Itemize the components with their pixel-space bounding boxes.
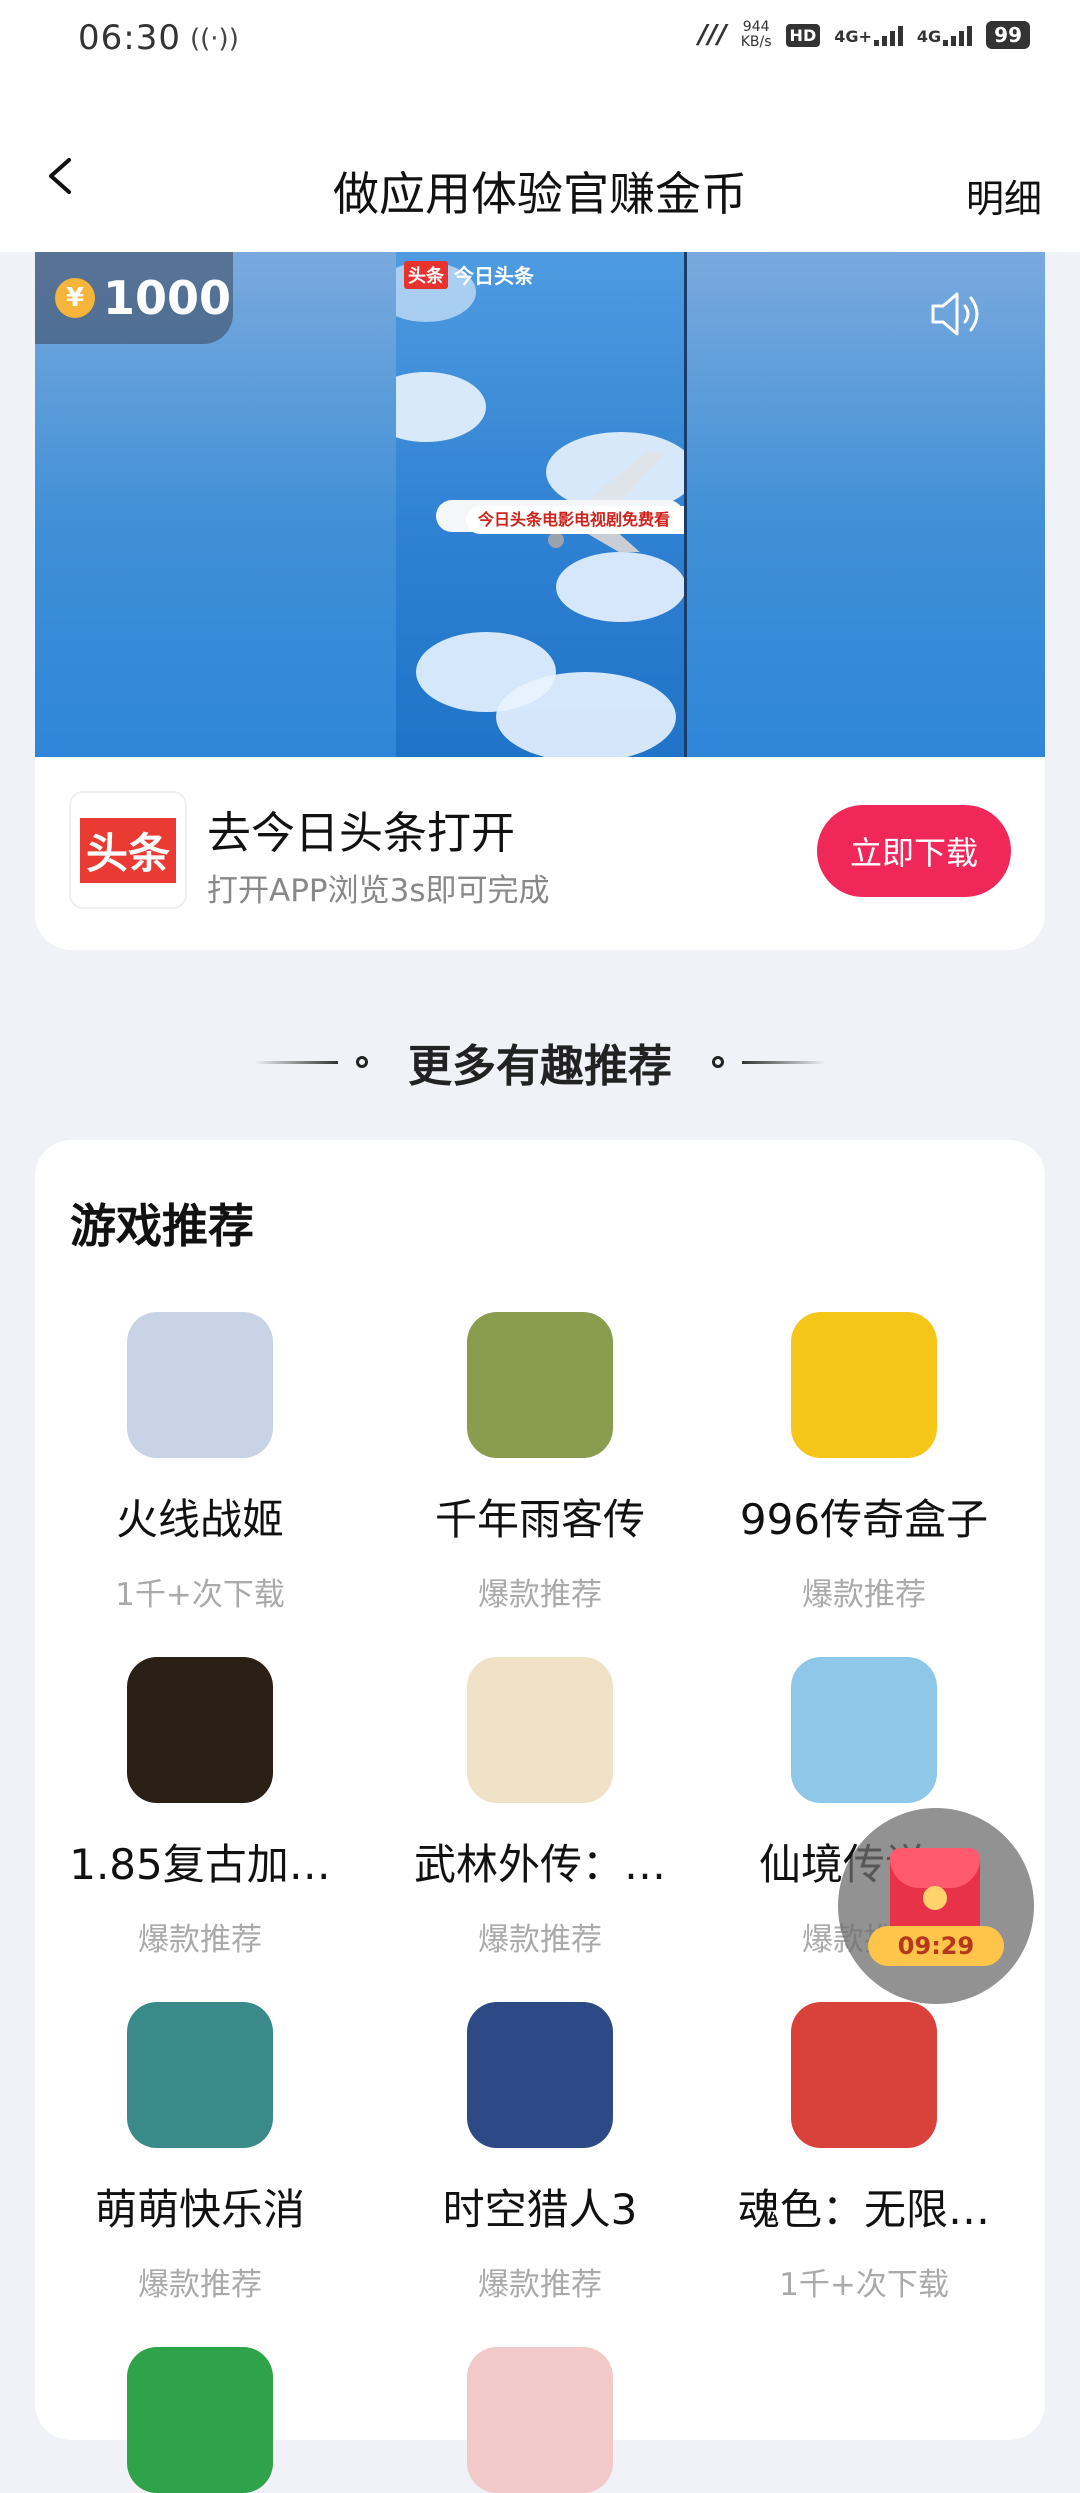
game-tag: 1千+次下载 xyxy=(115,1577,285,1613)
video-brand: 头条 今日头条 xyxy=(404,260,534,289)
status-icons: /// 944 KB/s HD 4G+ 4G 99 xyxy=(698,20,1030,50)
game-item[interactable]: 时空猎人3 爆款推荐 xyxy=(375,2002,705,2304)
game-icon xyxy=(467,1312,613,1458)
game-icon xyxy=(127,2347,273,2493)
game-tag: 爆款推荐 xyxy=(478,1577,602,1613)
game-icon xyxy=(127,1312,273,1458)
divider-dot-right xyxy=(712,1056,724,1068)
app-subtitle: 打开APP浏览3s即可完成 xyxy=(207,873,550,909)
section-divider: 更多有趣推荐 xyxy=(0,1032,1080,1092)
game-item[interactable]: 萌萌快乐消 爆款推荐 xyxy=(35,2002,365,2304)
countdown-timer: 09:29 xyxy=(868,1926,1004,1966)
game-name: 996传奇盒子 xyxy=(739,1495,989,1544)
game-name: 武林外传：… xyxy=(413,1840,666,1889)
game-tag: 爆款推荐 xyxy=(478,1922,602,1958)
game-name: 火线战姬 xyxy=(115,1495,284,1544)
game-item[interactable]: 1.85复古加… 爆款推荐 xyxy=(35,1657,365,1959)
game-item[interactable] xyxy=(375,2347,705,2493)
status-time: 06:30 xyxy=(78,18,181,58)
network-speed-unit: KB/s xyxy=(740,34,772,50)
game-name: 千年雨客传 xyxy=(434,1495,645,1544)
game-icon xyxy=(467,2002,613,2148)
game-name: 1.85复古加… xyxy=(69,1840,331,1889)
network-speed-value: 944 xyxy=(742,19,770,35)
game-icon xyxy=(791,2002,937,2148)
signal-bars-icon xyxy=(873,24,903,46)
section-title: 更多有趣推荐 xyxy=(408,1041,672,1092)
top-bar: 06:30 ((·)) /// 944 KB/s HD 4G+ 4G 99 做应… xyxy=(0,0,1080,252)
game-tag: 爆款推荐 xyxy=(138,1922,262,1958)
app-row[interactable]: 头条 去今日头条打开 打开APP浏览3s即可完成 立即下载 xyxy=(35,757,1045,950)
game-tag: 爆款推荐 xyxy=(478,2267,602,2303)
game-icon xyxy=(791,1312,937,1458)
floating-red-packet[interactable]: 09:29 xyxy=(838,1808,1034,2004)
game-item[interactable]: 千年雨客传 爆款推荐 xyxy=(375,1312,705,1614)
app-title: 去今日头条打开 xyxy=(207,808,515,859)
game-item[interactable]: 996传奇盒子 爆款推荐 xyxy=(699,1312,1029,1614)
cellular-1: 4G+ xyxy=(834,24,903,46)
signal-bars-icon xyxy=(943,24,973,46)
ad-video[interactable]: 头条 今日头条 今日头条电影电视剧免费看 ¥ 1000 xyxy=(35,252,1045,757)
toutiao-logo: 头条 xyxy=(69,791,187,909)
detail-link[interactable]: 明细 xyxy=(966,168,1042,223)
game-icon xyxy=(467,2347,613,2493)
divider-dot-left xyxy=(356,1056,368,1068)
coin-amount: 1000 xyxy=(103,271,232,325)
game-tag: 爆款推荐 xyxy=(802,1577,926,1613)
game-tag: 1千+次下载 xyxy=(779,2267,949,2303)
game-icon xyxy=(791,1657,937,1803)
download-button[interactable]: 立即下载 xyxy=(817,805,1011,897)
game-icon xyxy=(127,1657,273,1803)
divider-line-left xyxy=(254,1060,338,1064)
cellular-2: 4G xyxy=(916,24,973,46)
cellular-2-label: 4G xyxy=(916,27,942,46)
game-name: 萌萌快乐消 xyxy=(94,2185,305,2234)
nfc-icon: ((·)) xyxy=(190,24,239,54)
hd-icon: HD xyxy=(785,23,821,47)
game-tag: 爆款推荐 xyxy=(138,2267,262,2303)
video-frame: 头条 今日头条 今日头条电影电视剧免费看 xyxy=(396,252,687,757)
game-name: 魂色：无限… xyxy=(737,2185,990,2234)
games-card: 游戏推荐 火线战姬 1千+次下载 千年雨客传 爆款推荐 996传奇盒子 爆款推荐… xyxy=(35,1140,1045,2493)
game-item[interactable] xyxy=(35,2347,365,2493)
game-item[interactable]: 魂色：无限… 1千+次下载 xyxy=(699,2002,1029,2304)
plane-banner: 今日头条电影电视剧免费看 xyxy=(466,506,684,534)
page-title: 做应用体验官赚金币 xyxy=(333,167,747,221)
airplane-image xyxy=(436,452,684,552)
ad-card: 头条 今日头条 今日头条电影电视剧免费看 ¥ 1000 头条 去今日头条打开 打 xyxy=(35,252,1045,950)
video-brand-logo: 头条 xyxy=(404,260,448,289)
speaker-icon[interactable] xyxy=(929,290,985,338)
game-item[interactable]: 武林外传：… 爆款推荐 xyxy=(375,1657,705,1959)
game-item[interactable]: 火线战姬 1千+次下载 xyxy=(35,1312,365,1614)
video-brand-name: 今日头条 xyxy=(454,264,534,288)
game-name: 时空猎人3 xyxy=(442,2185,638,2234)
battery-icon: 99 xyxy=(986,21,1030,49)
coin-icon: ¥ xyxy=(55,278,95,318)
game-icon xyxy=(127,2002,273,2148)
cellular-1-label: 4G+ xyxy=(834,27,872,46)
signal-strength-icon: /// xyxy=(698,20,727,50)
coin-badge: ¥ 1000 xyxy=(35,252,233,344)
games-title: 游戏推荐 xyxy=(70,1199,254,1253)
game-icon xyxy=(467,1657,613,1803)
network-speed: 944 KB/s xyxy=(741,20,772,50)
toutiao-logo-text: 头条 xyxy=(79,817,176,883)
divider-line-right xyxy=(742,1060,826,1064)
